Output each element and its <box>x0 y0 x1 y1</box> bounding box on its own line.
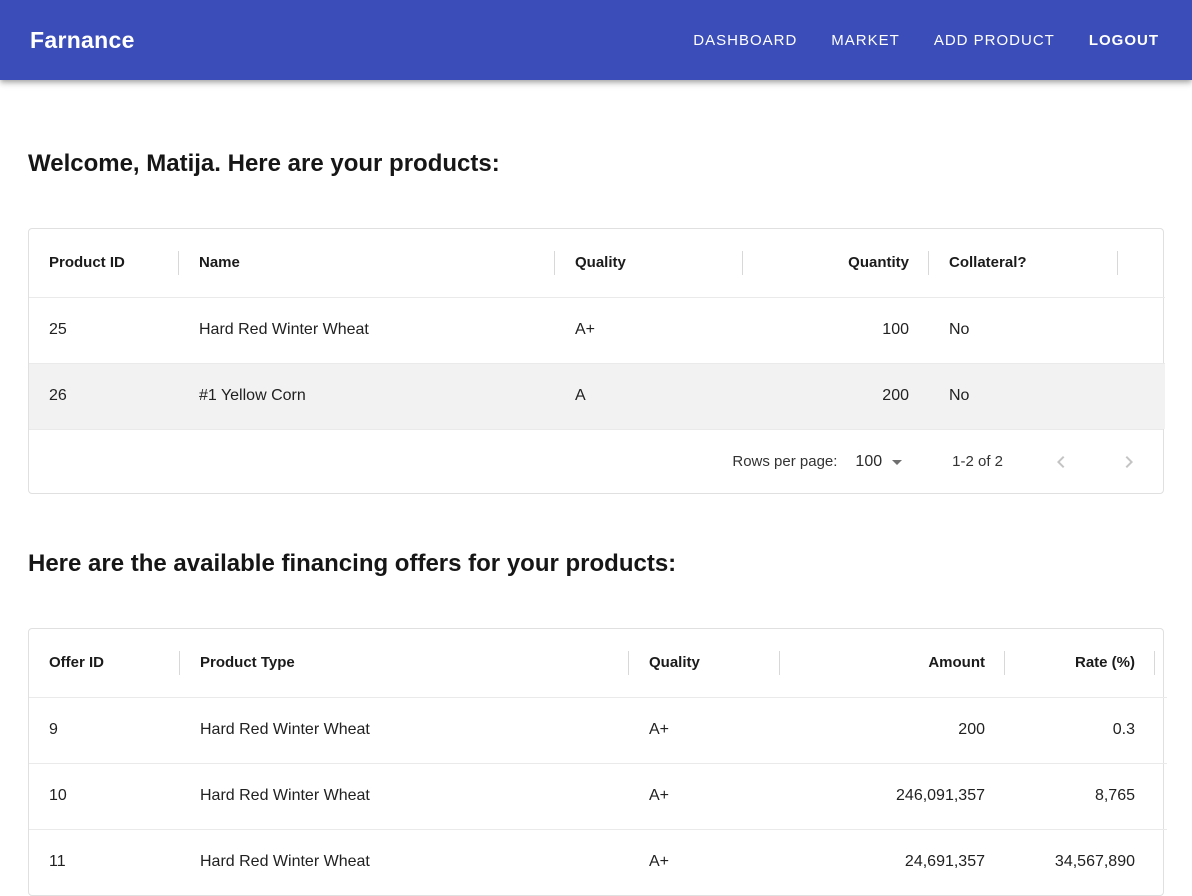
table-cell: No <box>929 363 1118 429</box>
rows-per-page-select[interactable]: 100 <box>855 453 902 471</box>
nav-dashboard[interactable]: DASHBOARD <box>692 24 798 57</box>
column-header-offer-id: Offer ID <box>29 629 180 697</box>
table-cell: 0.3 <box>1005 697 1155 763</box>
table-cell: A+ <box>629 697 780 763</box>
column-label: Product Type <box>200 654 295 671</box>
nav-market[interactable]: MARKET <box>830 24 901 57</box>
products-table-card: Product ID Name Quality Quantity Collateral?… <box>28 228 1164 494</box>
offers-heading: Here are the available financing offers … <box>28 548 1164 580</box>
column-label: Quality <box>575 254 626 271</box>
table-cell: Hard Red Winter Wheat <box>180 763 629 829</box>
app-bar: Farnance DASHBOARD MARKET ADD PRODUCT LOGOU… <box>0 0 1192 80</box>
table-row[interactable]: 10Hard Red Winter WheatA+246,091,3578,76… <box>29 763 1167 829</box>
column-header-empty <box>1155 629 1167 697</box>
pagination-range: 1-2 of 2 <box>952 453 1003 470</box>
brand-title: Farnance <box>30 27 135 54</box>
column-label: Name <box>199 254 240 271</box>
table-cell: Hard Red Winter Wheat <box>180 829 629 895</box>
products-header-row: Product ID Name Quality Quantity Collateral? <box>29 229 1165 297</box>
offers-table-card: Offer ID Product Type Quality Amount Rate (%… <box>28 628 1164 896</box>
table-cell: A+ <box>629 763 780 829</box>
table-cell: 9 <box>29 697 180 763</box>
table-cell: A+ <box>555 297 743 363</box>
offers-header-row: Offer ID Product Type Quality Amount Rate (%… <box>29 629 1167 697</box>
table-cell: A+ <box>629 829 780 895</box>
table-cell: A <box>555 363 743 429</box>
column-header-quality: Quality <box>555 229 743 297</box>
column-header-quantity: Quantity <box>743 229 929 297</box>
chevron-right-icon <box>1117 462 1141 477</box>
prev-page-button[interactable] <box>1049 450 1073 474</box>
column-label: Rate (%) <box>1075 654 1135 671</box>
offers-table: Offer ID Product Type Quality Amount Rate (%… <box>29 629 1167 895</box>
products-pagination: Rows per page: 100 1-2 of 2 <box>29 429 1163 493</box>
caret-down-icon <box>892 460 902 465</box>
column-label: Amount <box>928 654 985 671</box>
table-cell: 34,567,890 <box>1005 829 1155 895</box>
table-cell: 11 <box>29 829 180 895</box>
column-label: Quality <box>649 654 700 671</box>
table-cell: Hard Red Winter Wheat <box>180 697 629 763</box>
chevron-left-icon <box>1049 462 1073 477</box>
table-cell <box>1155 697 1167 763</box>
table-row[interactable]: 25Hard Red Winter WheatA+100No <box>29 297 1165 363</box>
table-cell: 200 <box>743 363 929 429</box>
table-cell: 24,691,357 <box>780 829 1005 895</box>
products-table: Product ID Name Quality Quantity Collateral?… <box>29 229 1165 429</box>
table-cell <box>1155 763 1167 829</box>
column-header-quality: Quality <box>629 629 780 697</box>
table-row[interactable]: 26#1 Yellow CornA200No <box>29 363 1165 429</box>
table-cell: No <box>929 297 1118 363</box>
app-nav: DASHBOARD MARKET ADD PRODUCT LOGOUT <box>692 24 1160 57</box>
column-label: Quantity <box>848 254 909 271</box>
column-header-product-type: Product Type <box>180 629 629 697</box>
table-cell: #1 Yellow Corn <box>179 363 555 429</box>
table-cell: 10 <box>29 763 180 829</box>
welcome-heading: Welcome, Matija. Here are your products: <box>28 148 1164 180</box>
column-header-rate: Rate (%) <box>1005 629 1155 697</box>
table-cell: 25 <box>29 297 179 363</box>
main-content: Welcome, Matija. Here are your products:… <box>0 148 1192 896</box>
column-header-amount: Amount <box>780 629 1005 697</box>
column-label: Offer ID <box>49 654 104 671</box>
table-row[interactable]: 9Hard Red Winter WheatA+2000.3 <box>29 697 1167 763</box>
column-header-product-id: Product ID <box>29 229 179 297</box>
table-cell: 100 <box>743 297 929 363</box>
table-row[interactable]: 11Hard Red Winter WheatA+24,691,35734,56… <box>29 829 1167 895</box>
table-cell <box>1155 829 1167 895</box>
column-label: Collateral? <box>949 254 1027 271</box>
table-cell: 8,765 <box>1005 763 1155 829</box>
table-cell: 200 <box>780 697 1005 763</box>
table-cell <box>1118 363 1165 429</box>
column-header-collateral: Collateral? <box>929 229 1118 297</box>
table-cell: Hard Red Winter Wheat <box>179 297 555 363</box>
next-page-button[interactable] <box>1117 450 1141 474</box>
table-cell: 246,091,357 <box>780 763 1005 829</box>
rows-per-page-value: 100 <box>855 453 882 471</box>
table-cell: 26 <box>29 363 179 429</box>
nav-logout[interactable]: LOGOUT <box>1088 24 1160 57</box>
column-header-name: Name <box>179 229 555 297</box>
table-cell <box>1118 297 1165 363</box>
column-label: Product ID <box>49 254 125 271</box>
column-header-empty <box>1118 229 1165 297</box>
nav-add-product[interactable]: ADD PRODUCT <box>933 24 1056 57</box>
rows-per-page-label: Rows per page: <box>732 453 837 470</box>
